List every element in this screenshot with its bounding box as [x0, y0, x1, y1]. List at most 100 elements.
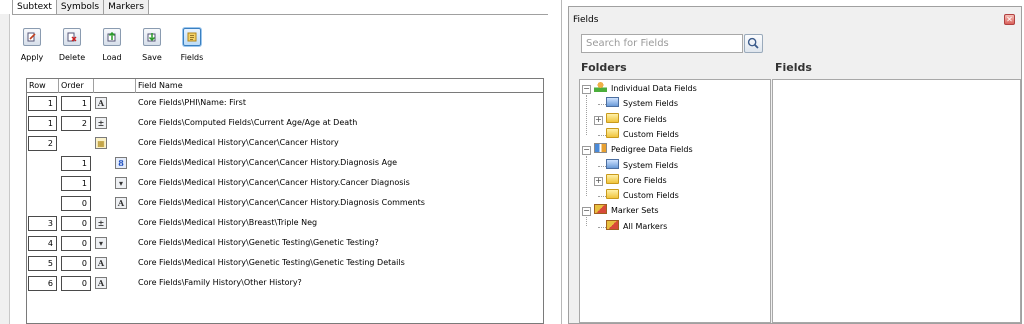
tree-node[interactable]: Marker Sets — [594, 204, 659, 219]
text-type-icon: A — [95, 97, 107, 109]
expand-toggle[interactable]: + — [594, 176, 603, 186]
row-cell[interactable]: 1 — [28, 96, 57, 111]
load-button[interactable]: Load — [92, 28, 132, 62]
folders-header: Folders — [581, 61, 627, 74]
close-icon[interactable]: ✕ — [1004, 14, 1015, 25]
pedigree-icon — [594, 143, 607, 154]
dropdown-type-icon: ▾ — [115, 177, 127, 189]
fields-list — [772, 79, 1021, 323]
delete-label: Delete — [58, 53, 86, 62]
order-cell[interactable]: 1 — [61, 96, 91, 111]
apply-label: Apply — [20, 53, 44, 62]
header-row[interactable]: Row — [27, 79, 59, 93]
tree-node[interactable]: Individual Data Fields — [594, 82, 697, 97]
subtext-grid: Row Order Field Name 1 1 A Core Fields\PHI\… — [26, 78, 544, 324]
computed-type-icon: ± — [95, 217, 107, 229]
table-row[interactable]: 6 0 A Core Fields\Family History\Other Hist… — [27, 273, 543, 293]
marker-icon — [594, 204, 607, 215]
order-cell[interactable]: 0 — [61, 256, 91, 271]
text-type-icon: A — [95, 257, 107, 269]
tab-subtext[interactable]: Subtext — [12, 0, 57, 15]
collapse-toggle[interactable]: − — [582, 207, 591, 217]
tree-node-label: Individual Data Fields — [611, 84, 697, 93]
text-type-icon: A — [95, 277, 107, 289]
tree-node-label: Marker Sets — [611, 206, 659, 216]
expand-toggle[interactable]: + — [594, 115, 603, 125]
table-type-icon: ▦ — [95, 137, 107, 149]
field-name-cell: Core Fields\Medical History\Cancer\Cance… — [138, 138, 339, 147]
load-label: Load — [102, 53, 122, 62]
table-row[interactable]: 3 0 ± Core Fields\Medical History\Breast\Tr… — [27, 213, 543, 233]
table-row[interactable]: 2 ▦ Core Fields\Medical History\Cancer\Can… — [27, 133, 543, 153]
tree-connector — [598, 104, 606, 106]
text-type-icon: A — [115, 197, 127, 209]
tree-node[interactable]: Core Fields — [606, 173, 667, 189]
tab-symbols[interactable]: Symbols — [55, 0, 105, 15]
fields-panel: Fields ✕ Search for Fields Folders Field… — [568, 6, 1022, 324]
order-cell[interactable]: 2 — [61, 116, 91, 131]
delete-icon — [63, 28, 81, 46]
person-icon — [594, 82, 607, 92]
marker-icon — [606, 219, 619, 230]
tree-node[interactable]: All Markers — [606, 219, 667, 235]
table-row[interactable]: 1 8 Core Fields\Medical History\Cancer\Can… — [27, 153, 543, 173]
order-cell[interactable]: 0 — [61, 236, 91, 251]
folder-icon — [606, 189, 619, 200]
table-row[interactable]: 1 1 A Core Fields\PHI\Name: First — [27, 93, 543, 113]
save-button[interactable]: Save — [132, 28, 172, 62]
number-type-icon: 8 — [115, 157, 127, 169]
apply-icon — [23, 28, 41, 46]
row-cell[interactable]: 6 — [28, 276, 57, 291]
field-name-cell: Core Fields\Medical History\Cancer\Cance… — [138, 158, 398, 167]
tree-node[interactable]: Core Fields — [606, 112, 667, 128]
subtext-panel: Subtext Symbols Markers Apply Delete Loa… — [0, 0, 562, 324]
search-icon — [747, 37, 759, 49]
header-field-name[interactable]: Field Name — [136, 79, 543, 93]
order-cell[interactable]: 0 — [61, 196, 91, 211]
row-cell[interactable]: 1 — [28, 116, 57, 131]
fields-icon — [183, 28, 201, 46]
order-cell[interactable]: 0 — [61, 276, 91, 291]
save-icon — [143, 28, 161, 46]
tree-node[interactable]: Custom Fields — [606, 189, 679, 204]
order-cell[interactable]: 1 — [61, 156, 91, 171]
search-input[interactable]: Search for Fields — [581, 34, 743, 53]
row-cell[interactable]: 3 — [28, 216, 57, 231]
monitor-icon — [606, 97, 619, 108]
header-type[interactable] — [94, 79, 136, 93]
tree-node[interactable]: Pedigree Data Fields — [594, 143, 693, 158]
tree-node-label: Pedigree Data Fields — [611, 145, 693, 155]
apply-button[interactable]: Apply — [12, 28, 52, 62]
search-button[interactable] — [744, 34, 763, 53]
save-label: Save — [142, 53, 162, 62]
row-cell[interactable]: 4 — [28, 236, 57, 251]
collapse-toggle[interactable]: − — [582, 146, 591, 156]
row-cell[interactable]: 5 — [28, 256, 57, 271]
tree-node-label: System Fields — [623, 160, 679, 170]
order-cell[interactable]: 0 — [61, 216, 91, 231]
table-row[interactable]: 5 0 A Core Fields\Medical History\Genetic T… — [27, 253, 543, 273]
table-row[interactable]: 1 2 ± Core Fields\Computed Fields\Current A… — [27, 113, 543, 133]
fields-button[interactable]: Fields — [172, 28, 212, 62]
table-row[interactable]: 0 A Core Fields\Medical History\Cancer\Can… — [27, 193, 543, 213]
tree-connector — [586, 217, 587, 227]
tree-node[interactable]: System Fields — [606, 158, 679, 174]
table-row[interactable]: 1 ▾ Core Fields\Medical History\Cancer\Can… — [27, 173, 543, 193]
table-row[interactable]: 4 0 ▾ Core Fields\Medical History\Genetic T… — [27, 233, 543, 253]
collapse-toggle[interactable]: − — [582, 85, 591, 94]
field-name-cell: Core Fields\Medical History\Cancer\Cance… — [138, 198, 425, 207]
tree-connector — [598, 196, 606, 198]
delete-button[interactable]: Delete — [52, 28, 92, 62]
tab-markers[interactable]: Markers — [103, 0, 149, 15]
field-name-cell: Core Fields\Family History\Other History… — [138, 278, 302, 287]
tree-node[interactable]: System Fields — [606, 97, 678, 112]
grid-header: Row Order Field Name — [27, 79, 543, 93]
folders-tree: − Individual Data Fields System Fields + Cor… — [579, 79, 771, 323]
folder-icon — [606, 173, 619, 184]
row-cell[interactable]: 2 — [28, 136, 57, 151]
computed-type-icon: ± — [95, 117, 107, 129]
tree-node-label: Custom Fields — [623, 129, 679, 139]
order-cell[interactable]: 1 — [61, 176, 91, 191]
header-order[interactable]: Order — [59, 79, 94, 93]
tree-node[interactable]: Custom Fields — [606, 127, 679, 143]
